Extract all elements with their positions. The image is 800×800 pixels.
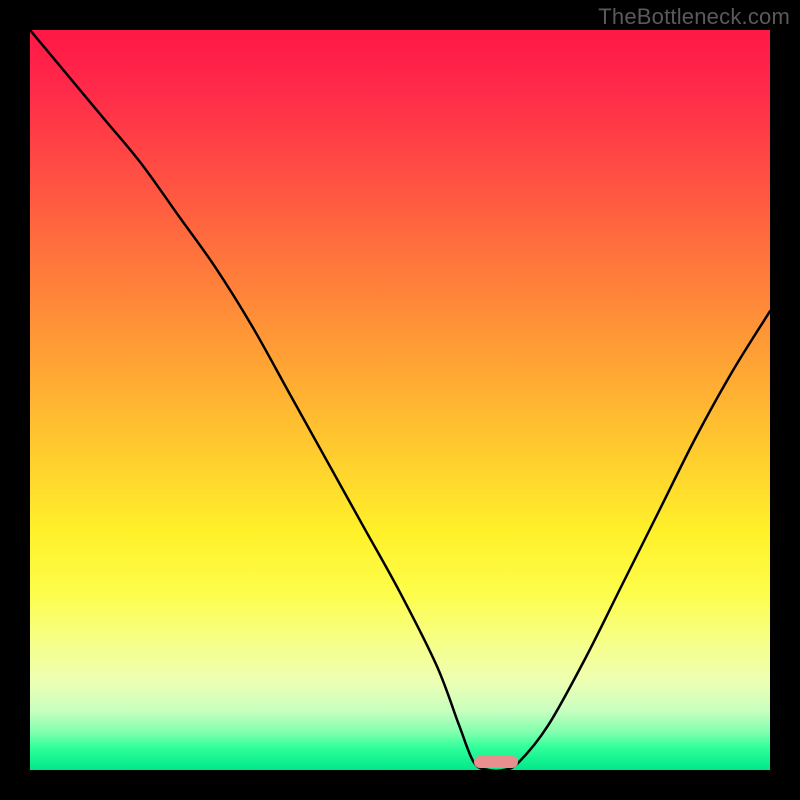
chart-frame: TheBottleneck.com bbox=[0, 0, 800, 800]
watermark-label: TheBottleneck.com bbox=[598, 4, 790, 30]
bottleneck-curve bbox=[30, 30, 770, 770]
optimal-range-marker bbox=[474, 756, 518, 768]
plot-area bbox=[30, 30, 770, 770]
